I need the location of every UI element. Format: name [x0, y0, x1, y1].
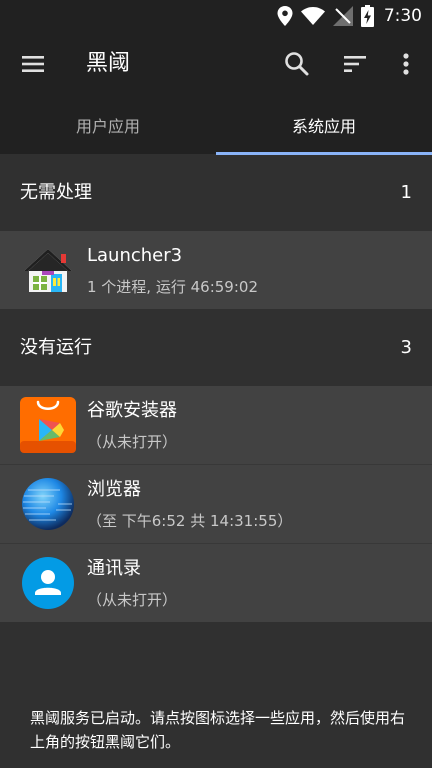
app-row-launcher3[interactable]: Launcher3 1 个进程, 运行 46:59:02 [0, 231, 432, 309]
more-vert-icon[interactable] [394, 49, 418, 79]
app-name: Launcher3 [87, 245, 183, 266]
section-header-no-action: 无需处理 1 [0, 155, 432, 231]
app-status: （至 下午6:52 共 14:31:55） [87, 512, 293, 530]
app-status: （从未打开） [87, 433, 178, 451]
search-icon[interactable] [282, 49, 312, 79]
section-title: 没有运行 [20, 337, 92, 358]
google-installer-icon [20, 397, 76, 453]
no-signal-icon [332, 6, 353, 26]
wifi-icon [300, 7, 325, 25]
app-row-google-installer[interactable]: 谷歌安装器 （从未打开） [0, 386, 432, 464]
tab-user-apps[interactable]: 用户应用 [0, 96, 216, 154]
section-count: 1 [400, 182, 412, 203]
contacts-icon [22, 557, 74, 609]
app-title: 黑阈 [86, 51, 131, 76]
sort-icon[interactable] [340, 49, 370, 79]
app-name: 浏览器 [87, 479, 141, 500]
launcher3-icon [24, 249, 72, 292]
menu-icon[interactable] [20, 50, 48, 78]
status-bar: 7:30 [0, 0, 432, 32]
tab-system-apps[interactable]: 系统应用 [216, 96, 432, 154]
battery-charging-icon [360, 5, 374, 27]
app-status: 1 个进程, 运行 46:59:02 [87, 278, 258, 296]
app-name: 谷歌安装器 [87, 400, 177, 421]
app-name: 通讯录 [87, 558, 141, 579]
section-title: 无需处理 [20, 182, 92, 203]
app-status: （从未打开） [87, 591, 178, 609]
app-toolbar: 黑阈 [0, 32, 432, 96]
status-icons: 7:30 [277, 4, 422, 28]
section-header-not-running: 没有运行 3 [0, 310, 432, 386]
location-icon [277, 6, 293, 26]
service-status-message: 黑阈服务已启动。请点按图标选择一些应用，然后使用右上角的按钮黑阈它们。 [30, 709, 406, 751]
tab-bar: 用户应用 系统应用 [0, 96, 432, 154]
app-row-contacts[interactable]: 通讯录 （从未打开） [0, 544, 432, 622]
section-count: 3 [400, 337, 412, 358]
app-row-browser[interactable]: 浏览器 （至 下午6:52 共 14:31:55） [0, 465, 432, 543]
browser-globe-icon [22, 478, 74, 530]
clock: 7:30 [383, 6, 422, 26]
